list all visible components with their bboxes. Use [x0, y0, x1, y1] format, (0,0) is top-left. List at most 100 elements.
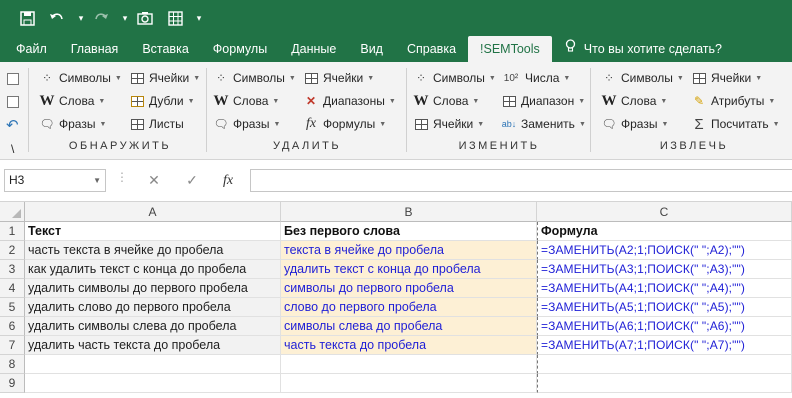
- delete-formulas-button[interactable]: fx Формулы ▼: [302, 113, 386, 135]
- modify-symbols-button[interactable]: ⁘ Символы ▼: [412, 67, 496, 89]
- detect-phrases-button[interactable]: 🗨 Фразы ▼: [38, 113, 106, 135]
- checkbox-icon[interactable]: [7, 73, 19, 85]
- cell-c6[interactable]: =ЗАМЕНИТЬ(A6;1;ПОИСК(" ";A6);""): [537, 317, 792, 336]
- tab-semtools[interactable]: !SEMTools: [468, 36, 552, 62]
- cell-b1[interactable]: Без первого слова: [281, 222, 537, 241]
- undo-arrow-icon[interactable]: ↶: [6, 116, 19, 134]
- cell-c2[interactable]: =ЗАМЕНИТЬ(A2;1;ПОИСК(" ";A2);""): [537, 241, 792, 260]
- chevron-down-icon: ▼: [388, 97, 396, 105]
- detect-cells-button[interactable]: Ячейки ▼: [128, 67, 200, 89]
- modify-numbers-button[interactable]: 10² Числа ▼: [500, 67, 571, 89]
- cell-b9[interactable]: [281, 374, 537, 393]
- formula-input[interactable]: [250, 169, 792, 192]
- cell-a2[interactable]: часть текста в ячейке до пробела: [25, 241, 281, 260]
- group-separator: [590, 68, 591, 152]
- extract-attributes-button[interactable]: ✎ Атрибуты ▼: [690, 90, 775, 112]
- column-header-a[interactable]: A: [25, 202, 281, 222]
- checkbox-icon[interactable]: [7, 96, 19, 108]
- cell-a1[interactable]: Текст: [25, 222, 281, 241]
- cell-b7[interactable]: часть текста до пробела: [281, 336, 537, 355]
- row-header[interactable]: 9: [0, 374, 25, 393]
- tab-home[interactable]: Главная: [59, 36, 131, 62]
- row-header[interactable]: 2: [0, 241, 25, 260]
- row-header[interactable]: 6: [0, 317, 25, 336]
- group-label-detect: ОБНАРУЖИТЬ: [68, 140, 172, 152]
- cell-c5[interactable]: =ЗАМЕНИТЬ(A5;1;ПОИСК(" ";A5);""): [537, 298, 792, 317]
- tab-file[interactable]: Файл: [4, 36, 59, 62]
- delete-ranges-button[interactable]: ✕ Диапазоны ▼: [302, 90, 396, 112]
- tab-data[interactable]: Данные: [279, 36, 348, 62]
- extract-words-button[interactable]: W Слова ▼: [600, 90, 668, 112]
- cancel-button[interactable]: ✕: [140, 169, 168, 192]
- cell-c1[interactable]: Формула: [537, 222, 792, 241]
- modify-cells-button[interactable]: Ячейки ▼: [412, 113, 484, 135]
- tab-help[interactable]: Справка: [395, 36, 468, 62]
- row-header[interactable]: 3: [0, 260, 25, 279]
- customize-toolbar-icon[interactable]: ▾: [192, 13, 206, 24]
- detect-symbols-button[interactable]: ⁘ Символы ▼: [38, 67, 122, 89]
- cell-b6[interactable]: символы слева до пробела: [281, 317, 537, 336]
- chevron-down-icon[interactable]: ▼: [93, 170, 101, 191]
- ribbon-left-strip: ↶ \: [0, 62, 28, 160]
- select-all-button[interactable]: [0, 202, 25, 222]
- cell-b3[interactable]: удалить текст с конца до пробела: [281, 260, 537, 279]
- delete-phrases-button[interactable]: 🗨 Фразы ▼: [212, 113, 280, 135]
- cell-a7[interactable]: удалить часть текста до пробела: [25, 336, 281, 355]
- table-icon[interactable]: [162, 5, 188, 31]
- modify-words-button[interactable]: W Слова ▼: [412, 90, 480, 112]
- redo-icon[interactable]: [88, 5, 114, 31]
- detect-sheets-button[interactable]: Листы: [128, 113, 184, 135]
- group-separator: [28, 68, 29, 152]
- cell-b8[interactable]: [281, 355, 537, 374]
- cell-a5[interactable]: удалить слово до первого пробела: [25, 298, 281, 317]
- tab-formulas[interactable]: Формулы: [201, 36, 279, 62]
- extract-cells-button[interactable]: Ячейки ▼: [690, 67, 762, 89]
- cell-a3[interactable]: как удалить текст с конца до пробела: [25, 260, 281, 279]
- insert-function-button[interactable]: fx: [214, 169, 242, 192]
- cell-b2[interactable]: текста в ячейке до пробела: [281, 241, 537, 260]
- row-header[interactable]: 7: [0, 336, 25, 355]
- extract-phrases-button[interactable]: 🗨 Фразы ▼: [600, 113, 668, 135]
- cell-a6[interactable]: удалить символы слева до пробела: [25, 317, 281, 336]
- row-header[interactable]: 4: [0, 279, 25, 298]
- detect-words-button[interactable]: W Слова ▼: [38, 90, 106, 112]
- cell-c9[interactable]: [537, 374, 792, 393]
- row-header[interactable]: 8: [0, 355, 25, 374]
- cell-c4[interactable]: =ЗАМЕНИТЬ(A4;1;ПОИСК(" ";A4);""): [537, 279, 792, 298]
- save-icon[interactable]: [14, 5, 40, 31]
- cell-a4[interactable]: удалить символы до первого пробела: [25, 279, 281, 298]
- modify-replace-button[interactable]: ab↓ Заменить ▼: [500, 113, 586, 135]
- undo-icon[interactable]: [44, 5, 70, 31]
- redo-dropdown-icon[interactable]: ▾: [118, 13, 132, 24]
- column-header-c[interactable]: C: [537, 202, 792, 222]
- cell-c8[interactable]: [537, 355, 792, 374]
- cell-a9[interactable]: [25, 374, 281, 393]
- cell-a8[interactable]: [25, 355, 281, 374]
- tab-insert[interactable]: Вставка: [130, 36, 200, 62]
- undo-dropdown-icon[interactable]: ▾: [74, 13, 88, 24]
- column-header-b[interactable]: B: [281, 202, 537, 222]
- confirm-button[interactable]: ✓: [178, 169, 206, 192]
- extract-symbols-button[interactable]: ⁘ Символы ▼: [600, 67, 684, 89]
- tell-me-box[interactable]: Что вы хотите сделать?: [552, 36, 734, 62]
- tab-view[interactable]: Вид: [348, 36, 395, 62]
- delete-cells-button[interactable]: Ячейки ▼: [302, 67, 374, 89]
- cell-b4[interactable]: символы до первого пробела: [281, 279, 537, 298]
- cell-c7[interactable]: =ЗАМЕНИТЬ(A7;1;ПОИСК(" ";A7);""): [537, 336, 792, 355]
- modify-range-button[interactable]: Диапазон ▼: [500, 90, 585, 112]
- row-header[interactable]: 5: [0, 298, 25, 317]
- formula-bar-grip-icon[interactable]: ⋮: [116, 170, 128, 184]
- group-label-delete: УДАЛИТЬ: [272, 140, 342, 152]
- row-header[interactable]: 1: [0, 222, 25, 241]
- numbers-icon: 10²: [503, 72, 519, 84]
- extract-count-button[interactable]: Σ Посчитать ▼: [690, 113, 779, 135]
- cell-b5[interactable]: слово до первого пробела: [281, 298, 537, 317]
- delete-words-button[interactable]: W Слова ▼: [212, 90, 280, 112]
- speech-bubble-icon: 🗨: [213, 117, 229, 131]
- delete-symbols-button[interactable]: ⁘ Символы ▼: [212, 67, 296, 89]
- name-box[interactable]: H3 ▼: [4, 169, 106, 192]
- replace-icon: ab↓: [501, 119, 517, 129]
- cell-c3[interactable]: =ЗАМЕНИТЬ(A3;1;ПОИСК(" ";A3);""): [537, 260, 792, 279]
- detect-dups-button[interactable]: Дубли ▼: [128, 90, 195, 112]
- camera-icon[interactable]: [132, 5, 158, 31]
